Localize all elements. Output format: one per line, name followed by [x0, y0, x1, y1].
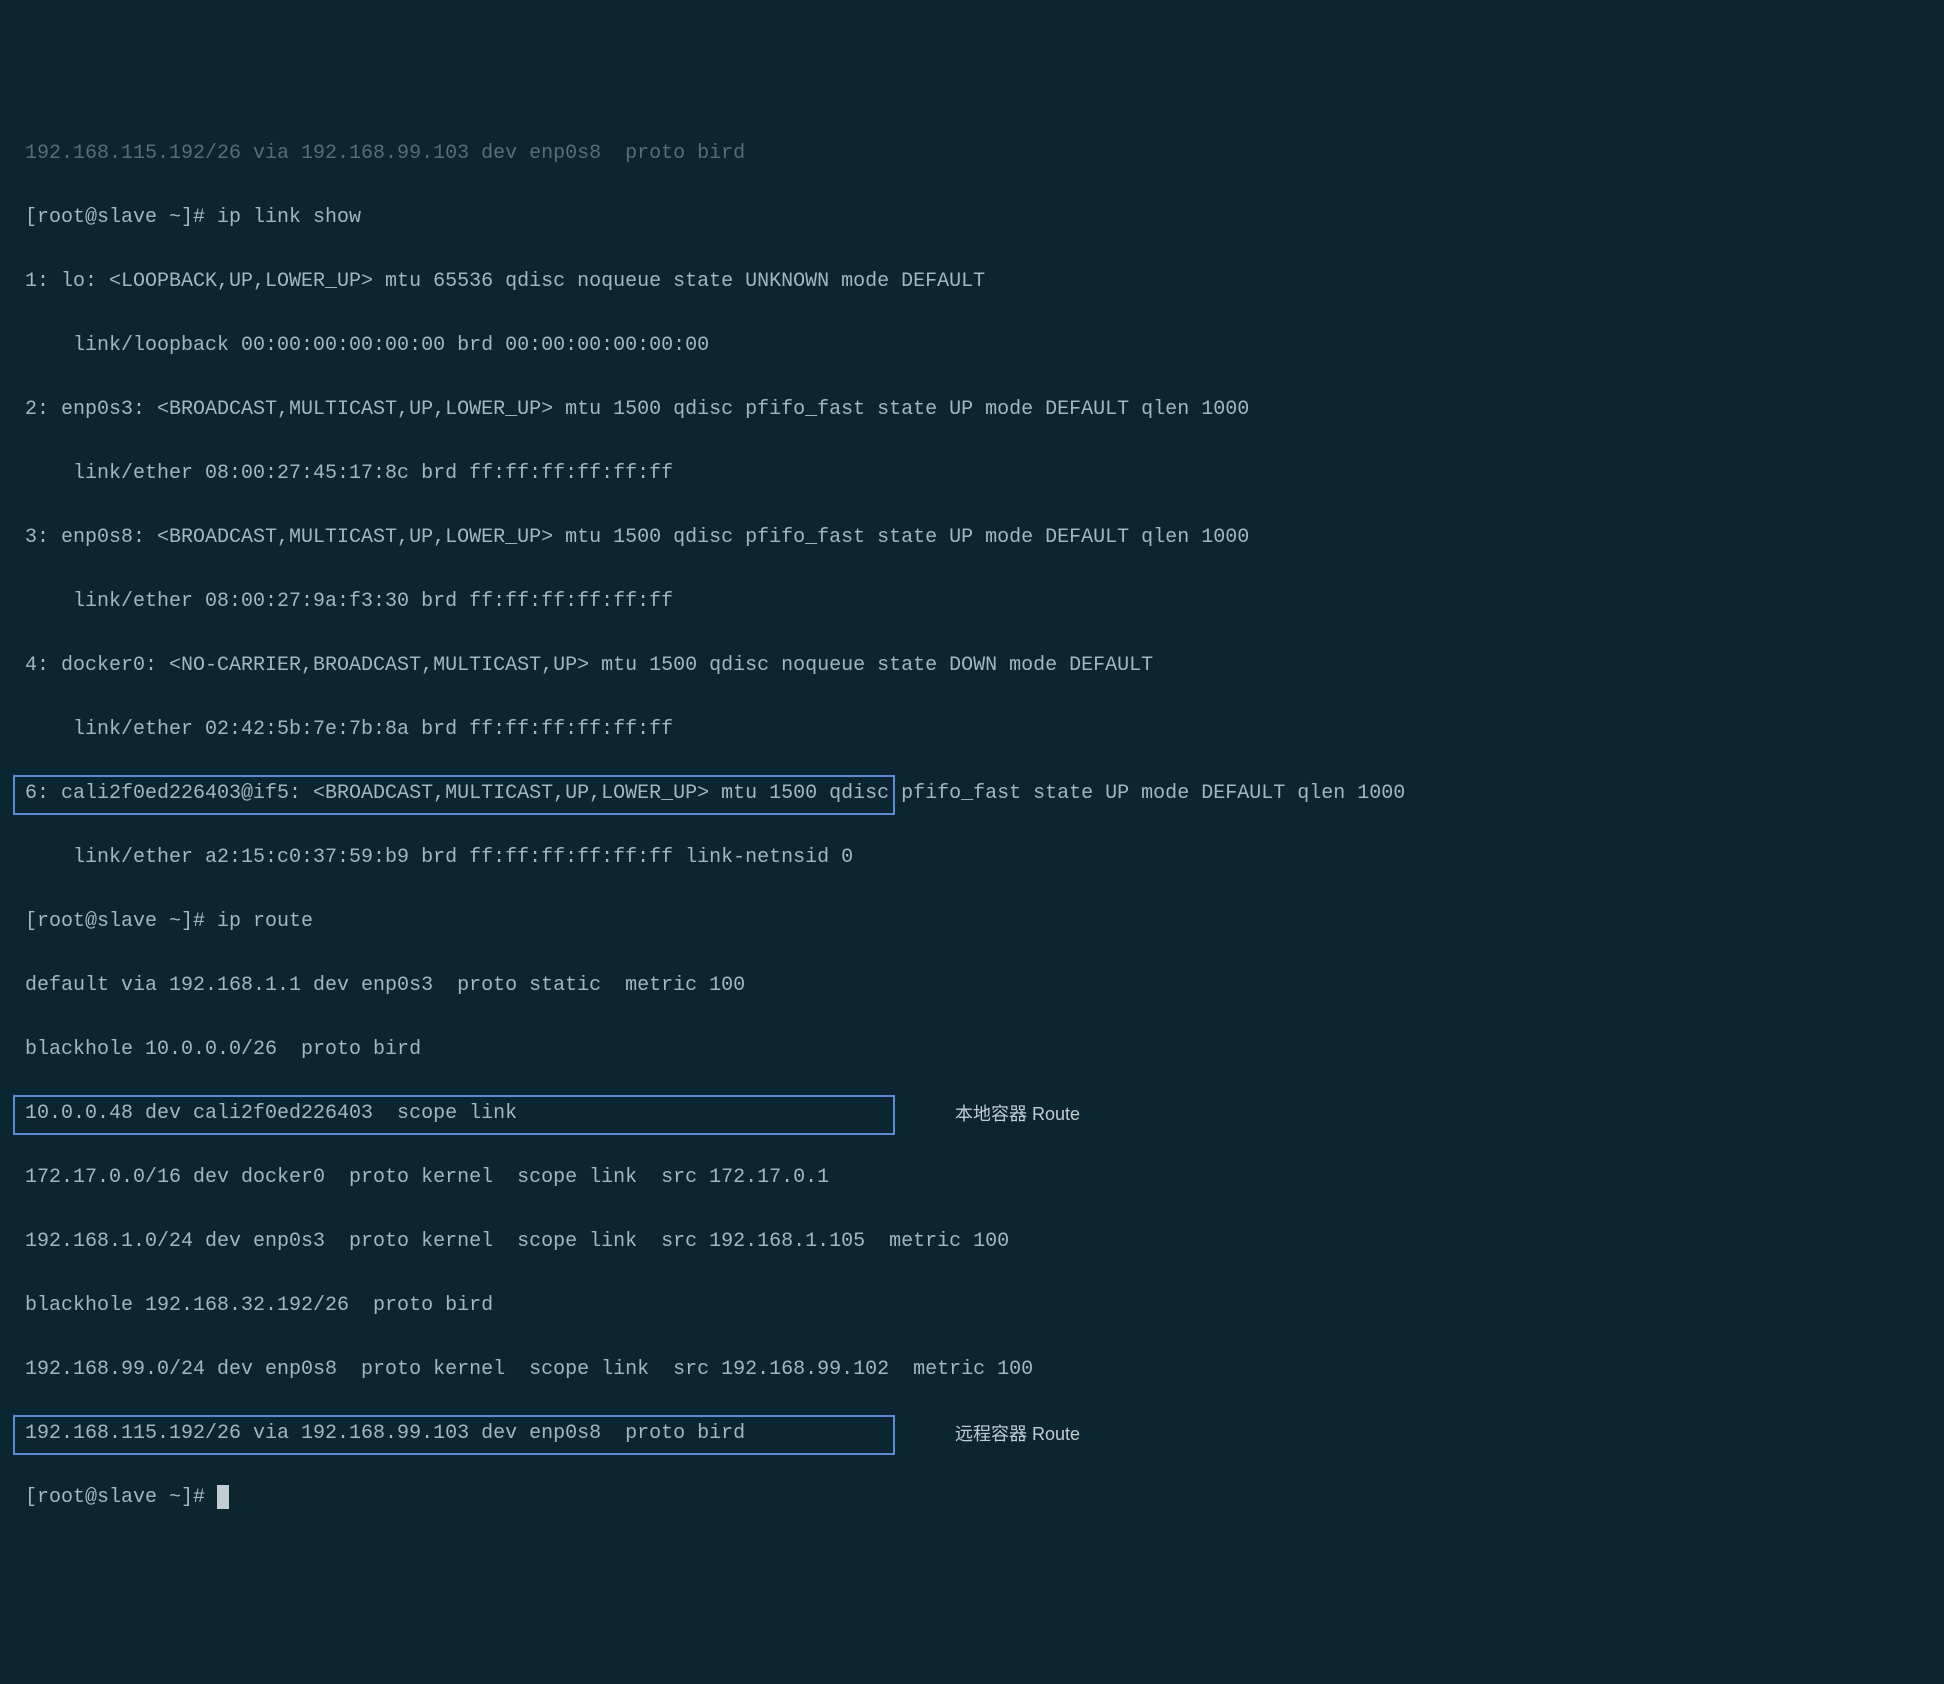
terminal-line: blackhole 192.168.32.192/26 proto bird: [25, 1290, 1919, 1322]
terminal-line: 2: enp0s3: <BROADCAST,MULTICAST,UP,LOWER…: [25, 394, 1919, 426]
terminal-line: 192.168.99.0/24 dev enp0s8 proto kernel …: [25, 1354, 1919, 1386]
terminal-line: 192.168.115.192/26 via 192.168.99.103 de…: [25, 1418, 1919, 1450]
terminal-line: link/ether 08:00:27:45:17:8c brd ff:ff:f…: [25, 458, 1919, 490]
terminal-line: link/ether 08:00:27:9a:f3:30 brd ff:ff:f…: [25, 586, 1919, 618]
terminal-text: 192.168.115.192/26 via 192.168.99.103 de…: [25, 1422, 745, 1445]
terminal-line: 6: cali2f0ed226403@if5: <BROADCAST,MULTI…: [25, 778, 1919, 810]
terminal-line: default via 192.168.1.1 dev enp0s3 proto…: [25, 970, 1919, 1002]
terminal-line: [root@slave ~]# ip route: [25, 906, 1919, 938]
cursor-icon: [217, 1485, 229, 1509]
terminal-text: link/ether 08:00:27:9a:f3:30 brd ff:ff:f…: [25, 590, 673, 613]
terminal-text: link/ether 02:42:5b:7e:7b:8a brd ff:ff:f…: [25, 718, 673, 741]
terminal-text: link/loopback 00:00:00:00:00:00 brd 00:0…: [25, 334, 709, 357]
terminal-text: 2: enp0s3: <BROADCAST,MULTICAST,UP,LOWER…: [25, 398, 1249, 421]
terminal-text: [root@slave ~]# ip link show: [25, 206, 361, 229]
terminal-line: 192.168.1.0/24 dev enp0s3 proto kernel s…: [25, 1226, 1919, 1258]
terminal-text: 192.168.1.0/24 dev enp0s3 proto kernel s…: [25, 1230, 1009, 1253]
terminal-text: 192.168.115.192/26 via 192.168.99.103 de…: [25, 142, 745, 165]
terminal-line: 10.0.0.48 dev cali2f0ed226403 scope link…: [25, 1098, 1919, 1130]
terminal-text: [root@slave ~]# ip route: [25, 910, 313, 933]
terminal-text: 1: lo: <LOOPBACK,UP,LOWER_UP> mtu 65536 …: [25, 270, 985, 293]
terminal-text: 6: cali2f0ed226403@if5: <BROADCAST,MULTI…: [25, 782, 1405, 805]
terminal-text: 192.168.99.0/24 dev enp0s8 proto kernel …: [25, 1358, 1033, 1381]
terminal-text: 4: docker0: <NO-CARRIER,BROADCAST,MULTIC…: [25, 654, 1153, 677]
terminal-text: blackhole 10.0.0.0/26 proto bird: [25, 1038, 421, 1061]
terminal-prompt: [root@slave ~]#: [25, 1486, 217, 1509]
terminal-text: blackhole 192.168.32.192/26 proto bird: [25, 1294, 493, 1317]
terminal-line: 3: enp0s8: <BROADCAST,MULTICAST,UP,LOWER…: [25, 522, 1919, 554]
terminal-text: 172.17.0.0/16 dev docker0 proto kernel s…: [25, 1166, 829, 1189]
terminal-line: blackhole 10.0.0.0/26 proto bird: [25, 1034, 1919, 1066]
terminal-text: 10.0.0.48 dev cali2f0ed226403 scope link: [25, 1102, 517, 1125]
terminal-line: link/loopback 00:00:00:00:00:00 brd 00:0…: [25, 330, 1919, 362]
terminal-line: 172.17.0.0/16 dev docker0 proto kernel s…: [25, 1162, 1919, 1194]
terminal-text: 3: enp0s8: <BROADCAST,MULTICAST,UP,LOWER…: [25, 526, 1249, 549]
annotation-local-route: 本地容器 Route: [955, 1100, 1080, 1129]
terminal-text: default via 192.168.1.1 dev enp0s3 proto…: [25, 974, 745, 997]
terminal-line: 192.168.115.192/26 via 192.168.99.103 de…: [25, 138, 1919, 170]
terminal-line: [root@slave ~]# ip link show: [25, 202, 1919, 234]
terminal-line[interactable]: [root@slave ~]#: [25, 1482, 1919, 1514]
terminal-line: 1: lo: <LOOPBACK,UP,LOWER_UP> mtu 65536 …: [25, 266, 1919, 298]
terminal-text: link/ether 08:00:27:45:17:8c brd ff:ff:f…: [25, 462, 673, 485]
terminal-line: 4: docker0: <NO-CARRIER,BROADCAST,MULTIC…: [25, 650, 1919, 682]
annotation-remote-route: 远程容器 Route: [955, 1420, 1080, 1449]
terminal-line: link/ether a2:15:c0:37:59:b9 brd ff:ff:f…: [25, 842, 1919, 874]
terminal-text: link/ether a2:15:c0:37:59:b9 brd ff:ff:f…: [25, 846, 853, 869]
terminal-line: link/ether 02:42:5b:7e:7b:8a brd ff:ff:f…: [25, 714, 1919, 746]
